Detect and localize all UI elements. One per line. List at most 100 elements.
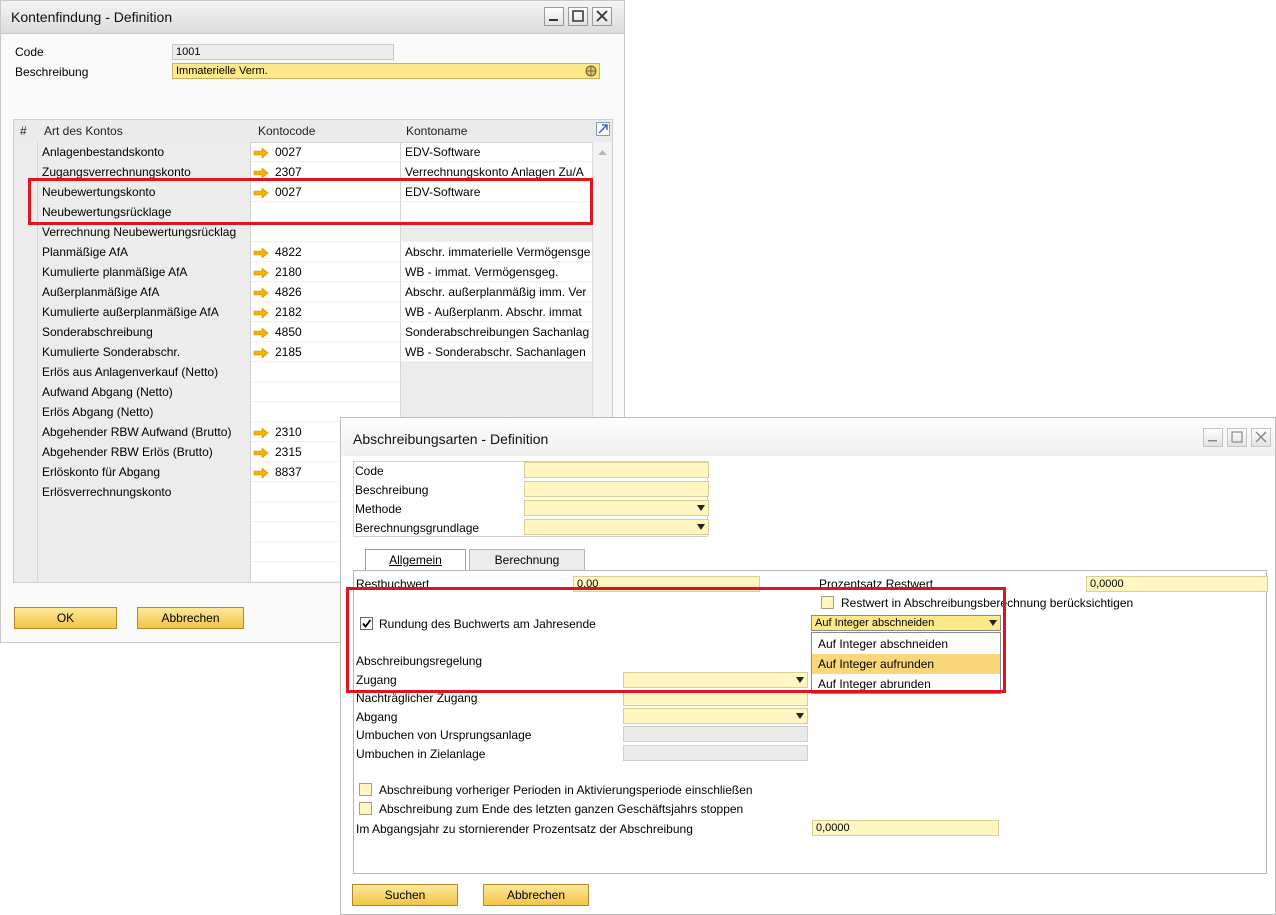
- rundung-select[interactable]: Auf Integer abschneiden: [811, 615, 1001, 631]
- link-arrow-icon[interactable]: [253, 287, 269, 298]
- table-row[interactable]: Erlös aus Anlagenverkauf (Netto): [14, 362, 612, 382]
- account-name-cell: EDV-Software: [401, 142, 594, 162]
- col-account-type[interactable]: Art des Kontos: [44, 124, 123, 138]
- row-number-cell: [14, 422, 38, 442]
- account-code-cell[interactable]: 0027: [251, 182, 401, 202]
- storno-label: Im Abgangsjahr zu stornierender Prozents…: [356, 822, 693, 836]
- account-code-cell[interactable]: 4850: [251, 322, 401, 342]
- col-account-name[interactable]: Kontoname: [406, 124, 467, 138]
- tab-calculation[interactable]: Berechnung: [469, 549, 585, 571]
- chevron-down-icon: [796, 677, 804, 683]
- code-field-2[interactable]: [524, 462, 709, 478]
- stop-end-checkbox[interactable]: [359, 802, 372, 815]
- table-row[interactable]: Aufwand Abgang (Netto): [14, 382, 612, 402]
- link-arrow-icon[interactable]: [253, 427, 269, 438]
- tab-general[interactable]: Allgemein: [365, 549, 466, 571]
- account-code-cell[interactable]: [251, 222, 401, 242]
- code-field[interactable]: 1001: [172, 44, 394, 60]
- table-row[interactable]: Kumulierte planmäßige AfA 2180 WB - immat.…: [14, 262, 612, 282]
- account-code-cell[interactable]: [251, 382, 401, 402]
- link-arrow-icon[interactable]: [253, 247, 269, 258]
- description-field-2[interactable]: [524, 481, 709, 497]
- minimize-icon[interactable]: [544, 7, 564, 26]
- account-type-cell: Anlagenbestandskonto: [38, 142, 251, 162]
- method-select[interactable]: [524, 500, 709, 516]
- row-number-cell: [14, 502, 38, 522]
- account-code-cell[interactable]: 4822: [251, 242, 401, 262]
- window-title: Kontenfindung - Definition: [11, 9, 173, 25]
- rundung-option-selected[interactable]: Auf Integer aufrunden: [812, 654, 1000, 674]
- umbuchen-ziel-label: Umbuchen in Zielanlage: [356, 747, 486, 761]
- title-bar-2[interactable]: Abschreibungsarten - Definition: [341, 418, 1275, 456]
- rundung-dropdown-list: Auf Integer abschneiden Auf Integer aufr…: [811, 632, 1001, 694]
- link-arrow-icon[interactable]: [253, 187, 269, 198]
- zugang-select[interactable]: [623, 672, 808, 688]
- account-code-cell[interactable]: [251, 362, 401, 382]
- minimize-icon-2[interactable]: [1203, 428, 1223, 447]
- table-row[interactable]: Planmäßige AfA 4822 Abschr. immaterielle V…: [14, 242, 612, 262]
- link-arrow-icon[interactable]: [253, 167, 269, 178]
- rundung-checkbox[interactable]: [360, 617, 373, 630]
- row-number-cell: [14, 402, 38, 422]
- expand-icon[interactable]: [596, 122, 610, 136]
- close-icon[interactable]: [592, 7, 612, 26]
- row-number-cell: [14, 262, 38, 282]
- link-arrow-icon[interactable]: [253, 307, 269, 318]
- account-code-cell[interactable]: 0027: [251, 142, 401, 162]
- col-account-code[interactable]: Kontocode: [258, 124, 315, 138]
- table-row[interactable]: Zugangsverrechnungskonto 2307 Verrechnungs…: [14, 162, 612, 182]
- maximize-icon-2[interactable]: [1227, 428, 1247, 447]
- link-arrow-icon[interactable]: [253, 347, 269, 358]
- restwert-checkbox[interactable]: [821, 596, 834, 609]
- include-prior-checkbox[interactable]: [359, 783, 372, 796]
- description-value: Immaterielle Verm.: [176, 65, 268, 77]
- cancel-button[interactable]: Abbrechen: [137, 607, 244, 629]
- table-row[interactable]: Neubewertungsrücklage: [14, 202, 612, 222]
- abgang-select[interactable]: [623, 708, 808, 724]
- link-arrow-icon[interactable]: [253, 267, 269, 278]
- restbuchwert-field[interactable]: 0,00: [573, 576, 760, 592]
- rundung-option[interactable]: Auf Integer abrunden: [812, 674, 1000, 694]
- ok-button[interactable]: OK: [14, 607, 117, 629]
- account-code-cell[interactable]: 2307: [251, 162, 401, 182]
- account-code-value: 2182: [275, 305, 302, 319]
- globe-icon[interactable]: [585, 65, 597, 77]
- basis-select[interactable]: [524, 519, 709, 535]
- chevron-down-icon: [697, 505, 705, 511]
- link-arrow-icon[interactable]: [253, 327, 269, 338]
- row-number-cell: [14, 442, 38, 462]
- account-name-cell: Verrechnungskonto Anlagen Zu/A: [401, 162, 594, 182]
- rundung-option[interactable]: Auf Integer abschneiden: [812, 634, 1000, 654]
- description-field[interactable]: Immaterielle Verm.: [172, 63, 600, 79]
- table-row[interactable]: Sonderabschreibung 4850 Sonderabschreibung…: [14, 322, 612, 342]
- table-row[interactable]: Kumulierte Sonderabschr. 2185 WB - Sondera…: [14, 342, 612, 362]
- account-code-cell[interactable]: 2180: [251, 262, 401, 282]
- cancel-button-2[interactable]: Abbrechen: [483, 884, 589, 906]
- row-number-cell: [14, 382, 38, 402]
- maximize-icon[interactable]: [568, 7, 588, 26]
- account-code-value: 0027: [275, 145, 302, 159]
- account-code-cell[interactable]: 2182: [251, 302, 401, 322]
- account-code-cell[interactable]: [251, 202, 401, 222]
- account-type-cell: [38, 502, 251, 522]
- abgang-label: Abgang: [356, 710, 398, 724]
- table-row[interactable]: Verrechnung Neubewertungsrücklag: [14, 222, 612, 242]
- prozentsatz-field[interactable]: 0,0000: [1086, 576, 1268, 592]
- account-type-cell: Erlösverrechnungskonto: [38, 482, 251, 502]
- link-arrow-icon[interactable]: [253, 147, 269, 158]
- description-label-2: Beschreibung: [355, 483, 429, 497]
- title-bar[interactable]: Kontenfindung - Definition: [1, 1, 624, 34]
- search-button[interactable]: Suchen: [352, 884, 458, 906]
- account-code-cell[interactable]: 4826: [251, 282, 401, 302]
- scroll-up-icon[interactable]: [593, 145, 612, 159]
- table-row[interactable]: Anlagenbestandskonto 0027 EDV-Software: [14, 142, 612, 162]
- close-icon-2[interactable]: [1251, 428, 1271, 447]
- link-arrow-icon[interactable]: [253, 447, 269, 458]
- storno-field[interactable]: 0,0000: [812, 820, 999, 836]
- table-row[interactable]: Außerplanmäßige AfA 4826 Abschr. außerplan…: [14, 282, 612, 302]
- nachtr-zugang-select[interactable]: [623, 690, 808, 706]
- table-row[interactable]: Kumulierte außerplanmäßige AfA 2182 WB - A…: [14, 302, 612, 322]
- table-row[interactable]: Neubewertungskonto 0027 EDV-Software: [14, 182, 612, 202]
- account-code-cell[interactable]: 2185: [251, 342, 401, 362]
- link-arrow-icon[interactable]: [253, 467, 269, 478]
